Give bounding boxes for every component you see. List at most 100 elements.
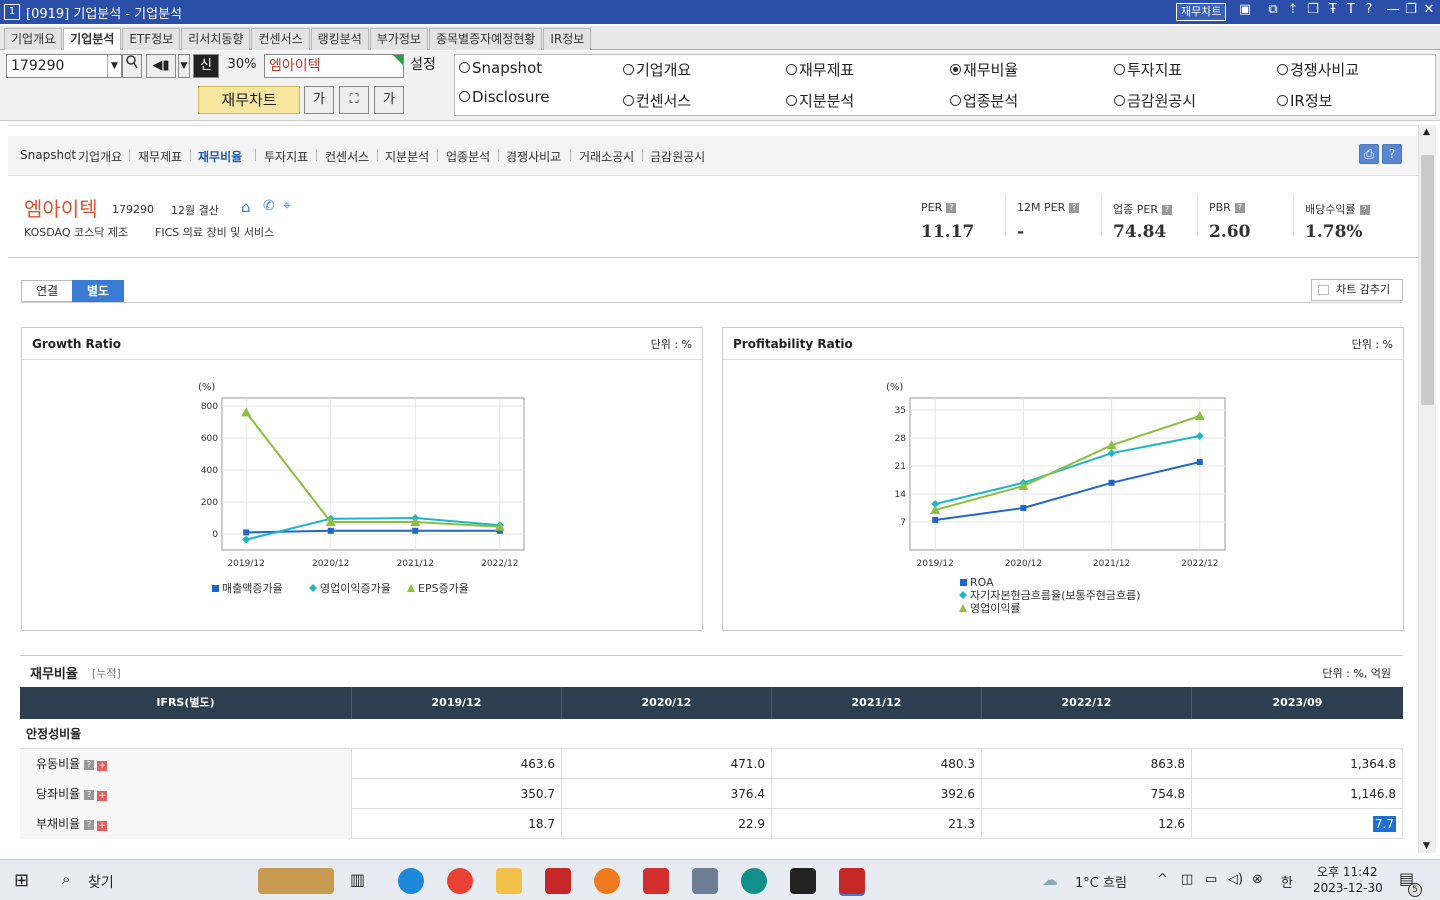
stock-name-field[interactable]: 엠아이텍 bbox=[264, 54, 404, 78]
tab-extra[interactable]: 부가정보 bbox=[369, 28, 428, 50]
weather-label[interactable]: 1°C 흐림 bbox=[1075, 872, 1127, 891]
subnav-overview[interactable]: 기업개요 bbox=[78, 148, 122, 165]
subnav-equity[interactable]: 지분분석 bbox=[385, 148, 429, 165]
close-icon[interactable]: ✕ bbox=[1420, 2, 1438, 17]
pin-icon[interactable]: ⇡ bbox=[1284, 2, 1302, 17]
tab-company-analysis[interactable]: 기업분석 bbox=[63, 28, 122, 50]
tab-ir[interactable]: IR정보 bbox=[543, 28, 592, 50]
question-icon[interactable]: ? bbox=[1234, 203, 1245, 213]
question-icon[interactable]: ? bbox=[946, 203, 957, 213]
tab-company-overview[interactable]: 기업개요 bbox=[4, 28, 63, 50]
question-icon[interactable]: ? bbox=[1069, 203, 1080, 213]
tab-capital-increase[interactable]: 종목별증자예정현황 bbox=[428, 28, 543, 50]
restore-icon[interactable]: ❐ bbox=[1402, 2, 1420, 17]
scrollbar-thumb[interactable] bbox=[1421, 155, 1434, 405]
subnav-investment[interactable]: 투자지표 bbox=[264, 148, 308, 165]
copy-icon[interactable]: ❐ bbox=[1304, 2, 1322, 17]
stock-code-input[interactable]: 179290 ▼ bbox=[6, 54, 122, 78]
subnav-snapshot[interactable]: Snapshot bbox=[20, 148, 76, 162]
font-size-down-button[interactable]: 가 bbox=[374, 86, 404, 114]
phone-icon[interactable]: ✆ bbox=[263, 198, 275, 214]
clock-time[interactable]: 오후 11:42 bbox=[1317, 863, 1377, 880]
fin-chart-title-button[interactable]: 재무차트 bbox=[1176, 3, 1227, 21]
tab-ranking[interactable]: 랭킹분석 bbox=[310, 28, 369, 50]
font-size-up-button[interactable]: 가 bbox=[304, 86, 334, 114]
question-icon[interactable]: ? bbox=[1359, 205, 1370, 215]
subnav-industry[interactable]: 업종분석 bbox=[446, 148, 490, 165]
subnav-consensus[interactable]: 컨센서스 bbox=[325, 148, 369, 165]
vertical-scrollbar[interactable]: ▲ ▼ bbox=[1418, 125, 1436, 853]
taskbar-search-label[interactable]: 찾기 bbox=[88, 872, 114, 892]
radio-financial-statements[interactable]: 재무제표 bbox=[786, 59, 854, 80]
scroll-down-icon[interactable]: ▼ bbox=[1423, 841, 1430, 851]
clock-date[interactable]: 2023-12-30 bbox=[1313, 881, 1383, 895]
question-icon[interactable]: ? bbox=[1161, 205, 1172, 215]
expand-icon[interactable]: + bbox=[97, 791, 108, 801]
expand-icon[interactable]: + bbox=[97, 821, 108, 831]
edge-icon[interactable] bbox=[398, 868, 424, 894]
chevron-down-icon[interactable]: ▼ bbox=[178, 54, 190, 78]
text-icon[interactable]: T bbox=[1342, 2, 1360, 17]
network-icon[interactable]: ▭ bbox=[1205, 872, 1217, 887]
windows-start-icon[interactable]: ⊞ bbox=[14, 870, 29, 891]
radio-consensus[interactable]: 컨센서스 bbox=[623, 90, 691, 111]
radio-investment-index[interactable]: 투자지표 bbox=[1114, 59, 1182, 80]
question-icon[interactable]: ? bbox=[84, 760, 95, 770]
tab-research[interactable]: 리서치동향 bbox=[181, 28, 251, 50]
subnav-ratio[interactable]: 재무비율 bbox=[198, 148, 242, 165]
tab-etf[interactable]: ETF정보 bbox=[122, 28, 181, 50]
radio-fss-disclosure[interactable]: 금감원공시 bbox=[1114, 90, 1196, 111]
new-listing-button[interactable]: 신 bbox=[193, 54, 219, 78]
radio-disclosure[interactable]: Disclosure bbox=[459, 88, 550, 106]
chevron-down-icon[interactable]: ▼ bbox=[107, 55, 121, 77]
location-icon[interactable]: ⌖ bbox=[283, 198, 291, 214]
subnav-statements[interactable]: 재무제표 bbox=[138, 148, 182, 165]
selected-value[interactable]: 7.7 bbox=[1372, 816, 1396, 832]
hide-chart-button[interactable]: 차트 감추기 bbox=[1311, 279, 1403, 301]
help-icon[interactable]: ? bbox=[1382, 144, 1402, 164]
app2-icon[interactable] bbox=[741, 868, 767, 894]
tray-app-icon[interactable]: ◫ bbox=[1181, 872, 1193, 887]
sticky-notes-icon[interactable] bbox=[790, 868, 816, 894]
subnav-exchange-disclosure[interactable]: 거래소공시 bbox=[579, 148, 634, 165]
radio-competitor[interactable]: 경쟁사비교 bbox=[1277, 59, 1359, 80]
mute-icon[interactable]: ⊗ bbox=[1252, 872, 1263, 887]
radio-equity[interactable]: 지분분석 bbox=[786, 90, 854, 111]
print-icon[interactable]: ⎙ bbox=[1359, 144, 1379, 164]
volume-icon[interactable]: ◁) bbox=[1228, 872, 1243, 887]
expand-icon[interactable]: + bbox=[97, 761, 108, 771]
search-icon[interactable] bbox=[122, 54, 142, 78]
chrome-icon[interactable] bbox=[447, 868, 473, 894]
tab-consensus[interactable]: 컨센서스 bbox=[251, 28, 310, 50]
settings-button[interactable]: 설정 bbox=[406, 54, 440, 78]
news-widget-icon[interactable] bbox=[258, 868, 334, 894]
fullscreen-icon[interactable]: ⛶ bbox=[339, 86, 369, 114]
trading-app-active-icon[interactable] bbox=[839, 868, 865, 894]
help-icon[interactable]: ? bbox=[1360, 2, 1378, 17]
consolidated-toggle[interactable]: 연결 bbox=[21, 280, 73, 302]
question-icon[interactable]: ? bbox=[84, 820, 95, 830]
folder-icon[interactable] bbox=[496, 868, 522, 894]
minimize-icon[interactable]: — bbox=[1384, 2, 1402, 17]
task-view-icon[interactable]: ▥ bbox=[350, 870, 365, 889]
scroll-up-icon[interactable]: ▲ bbox=[1423, 127, 1430, 137]
search-icon[interactable]: ⌕ bbox=[62, 870, 70, 888]
kakao-icon[interactable] bbox=[594, 868, 620, 894]
fin-chart-button[interactable]: 재무차트 bbox=[198, 86, 300, 114]
window-icon-1[interactable]: ▣ bbox=[1236, 2, 1254, 17]
subnav-competitor[interactable]: 경쟁사비교 bbox=[506, 148, 561, 165]
window-icon-2[interactable]: ⧉ bbox=[1264, 2, 1282, 17]
app-icon[interactable] bbox=[643, 868, 669, 894]
radio-financial-ratio[interactable]: 재무비율 bbox=[950, 59, 1018, 80]
home-icon[interactable]: ⌂ bbox=[241, 198, 251, 216]
separate-toggle[interactable]: 별도 bbox=[72, 280, 124, 302]
trading-app-icon[interactable] bbox=[545, 868, 571, 894]
radio-snapshot[interactable]: Snapshot bbox=[459, 59, 542, 77]
radio-industry[interactable]: 업종분석 bbox=[950, 90, 1018, 111]
radio-company-overview[interactable]: 기업개요 bbox=[623, 59, 691, 80]
calculator-icon[interactable] bbox=[692, 868, 718, 894]
radio-ir[interactable]: IR정보 bbox=[1277, 90, 1332, 111]
subnav-fss[interactable]: 금감원공시 bbox=[650, 148, 705, 165]
question-icon[interactable]: ? bbox=[84, 790, 95, 800]
font-icon[interactable]: Ŧ bbox=[1324, 2, 1342, 17]
